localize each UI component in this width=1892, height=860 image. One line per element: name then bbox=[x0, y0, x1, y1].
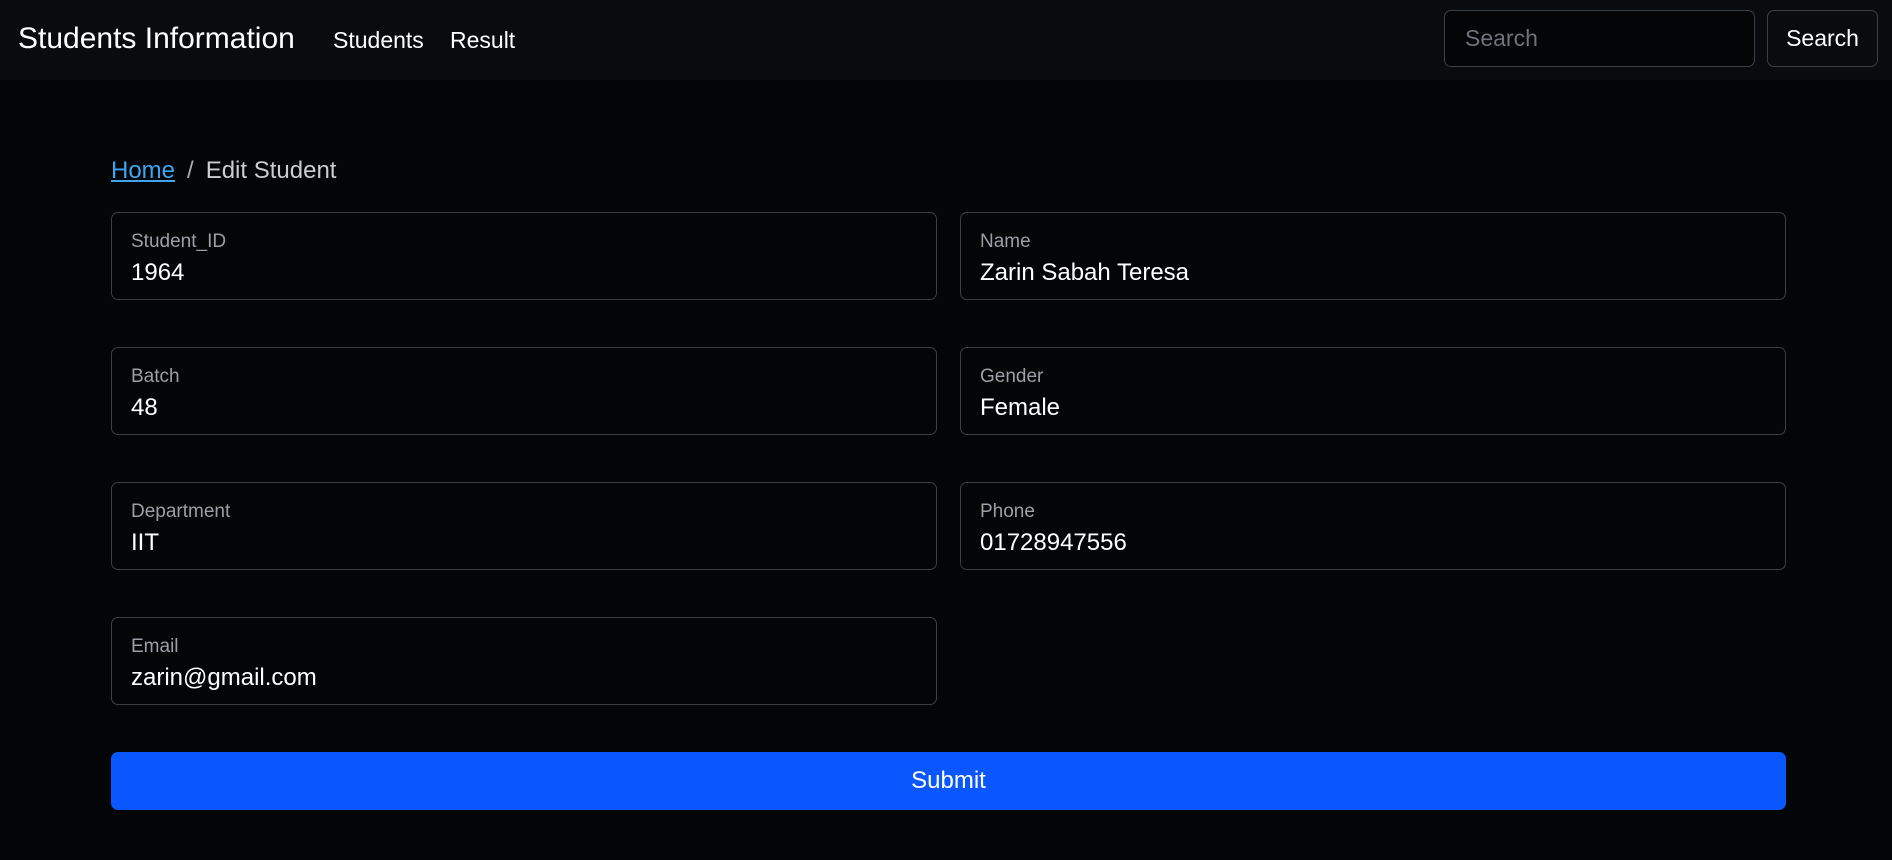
breadcrumb: Home / Edit Student bbox=[111, 155, 336, 187]
breadcrumb-current-page: Edit Student bbox=[205, 157, 337, 184]
gender-label: Gender bbox=[980, 366, 1044, 387]
batch-value[interactable]: 48 bbox=[131, 392, 158, 424]
breadcrumb-home-link[interactable]: Home bbox=[111, 157, 175, 184]
email-field[interactable]: Email zarin@gmail.com bbox=[111, 617, 937, 705]
phone-field[interactable]: Phone 01728947556 bbox=[960, 482, 1786, 570]
search-input[interactable] bbox=[1444, 10, 1755, 67]
name-value[interactable]: Zarin Sabah Teresa bbox=[980, 257, 1189, 289]
department-label: Department bbox=[131, 501, 231, 522]
department-field[interactable]: Department IIT bbox=[111, 482, 937, 570]
gender-field[interactable]: Gender Female bbox=[960, 347, 1786, 435]
breadcrumb-separator: / bbox=[187, 157, 194, 184]
nav-link-result[interactable]: Result bbox=[450, 24, 515, 56]
email-label: Email bbox=[131, 636, 179, 657]
search-button[interactable]: Search bbox=[1767, 10, 1878, 67]
student-id-field[interactable]: Student_ID 1964 bbox=[111, 212, 937, 300]
top-navbar: Students Information Students Result Sea… bbox=[0, 0, 1892, 80]
student-id-label: Student_ID bbox=[131, 231, 227, 252]
phone-label: Phone bbox=[980, 501, 1035, 522]
batch-label: Batch bbox=[131, 366, 180, 387]
name-field[interactable]: Name Zarin Sabah Teresa bbox=[960, 212, 1786, 300]
batch-field[interactable]: Batch 48 bbox=[111, 347, 937, 435]
department-value[interactable]: IIT bbox=[131, 527, 159, 559]
phone-value[interactable]: 01728947556 bbox=[980, 527, 1127, 559]
submit-button[interactable]: Submit bbox=[111, 752, 1786, 810]
navbar-brand[interactable]: Students Information bbox=[18, 18, 295, 60]
email-value[interactable]: zarin@gmail.com bbox=[131, 662, 317, 694]
name-label: Name bbox=[980, 231, 1031, 252]
gender-value[interactable]: Female bbox=[980, 392, 1060, 424]
nav-link-students[interactable]: Students bbox=[333, 24, 424, 56]
student-id-value[interactable]: 1964 bbox=[131, 257, 184, 289]
